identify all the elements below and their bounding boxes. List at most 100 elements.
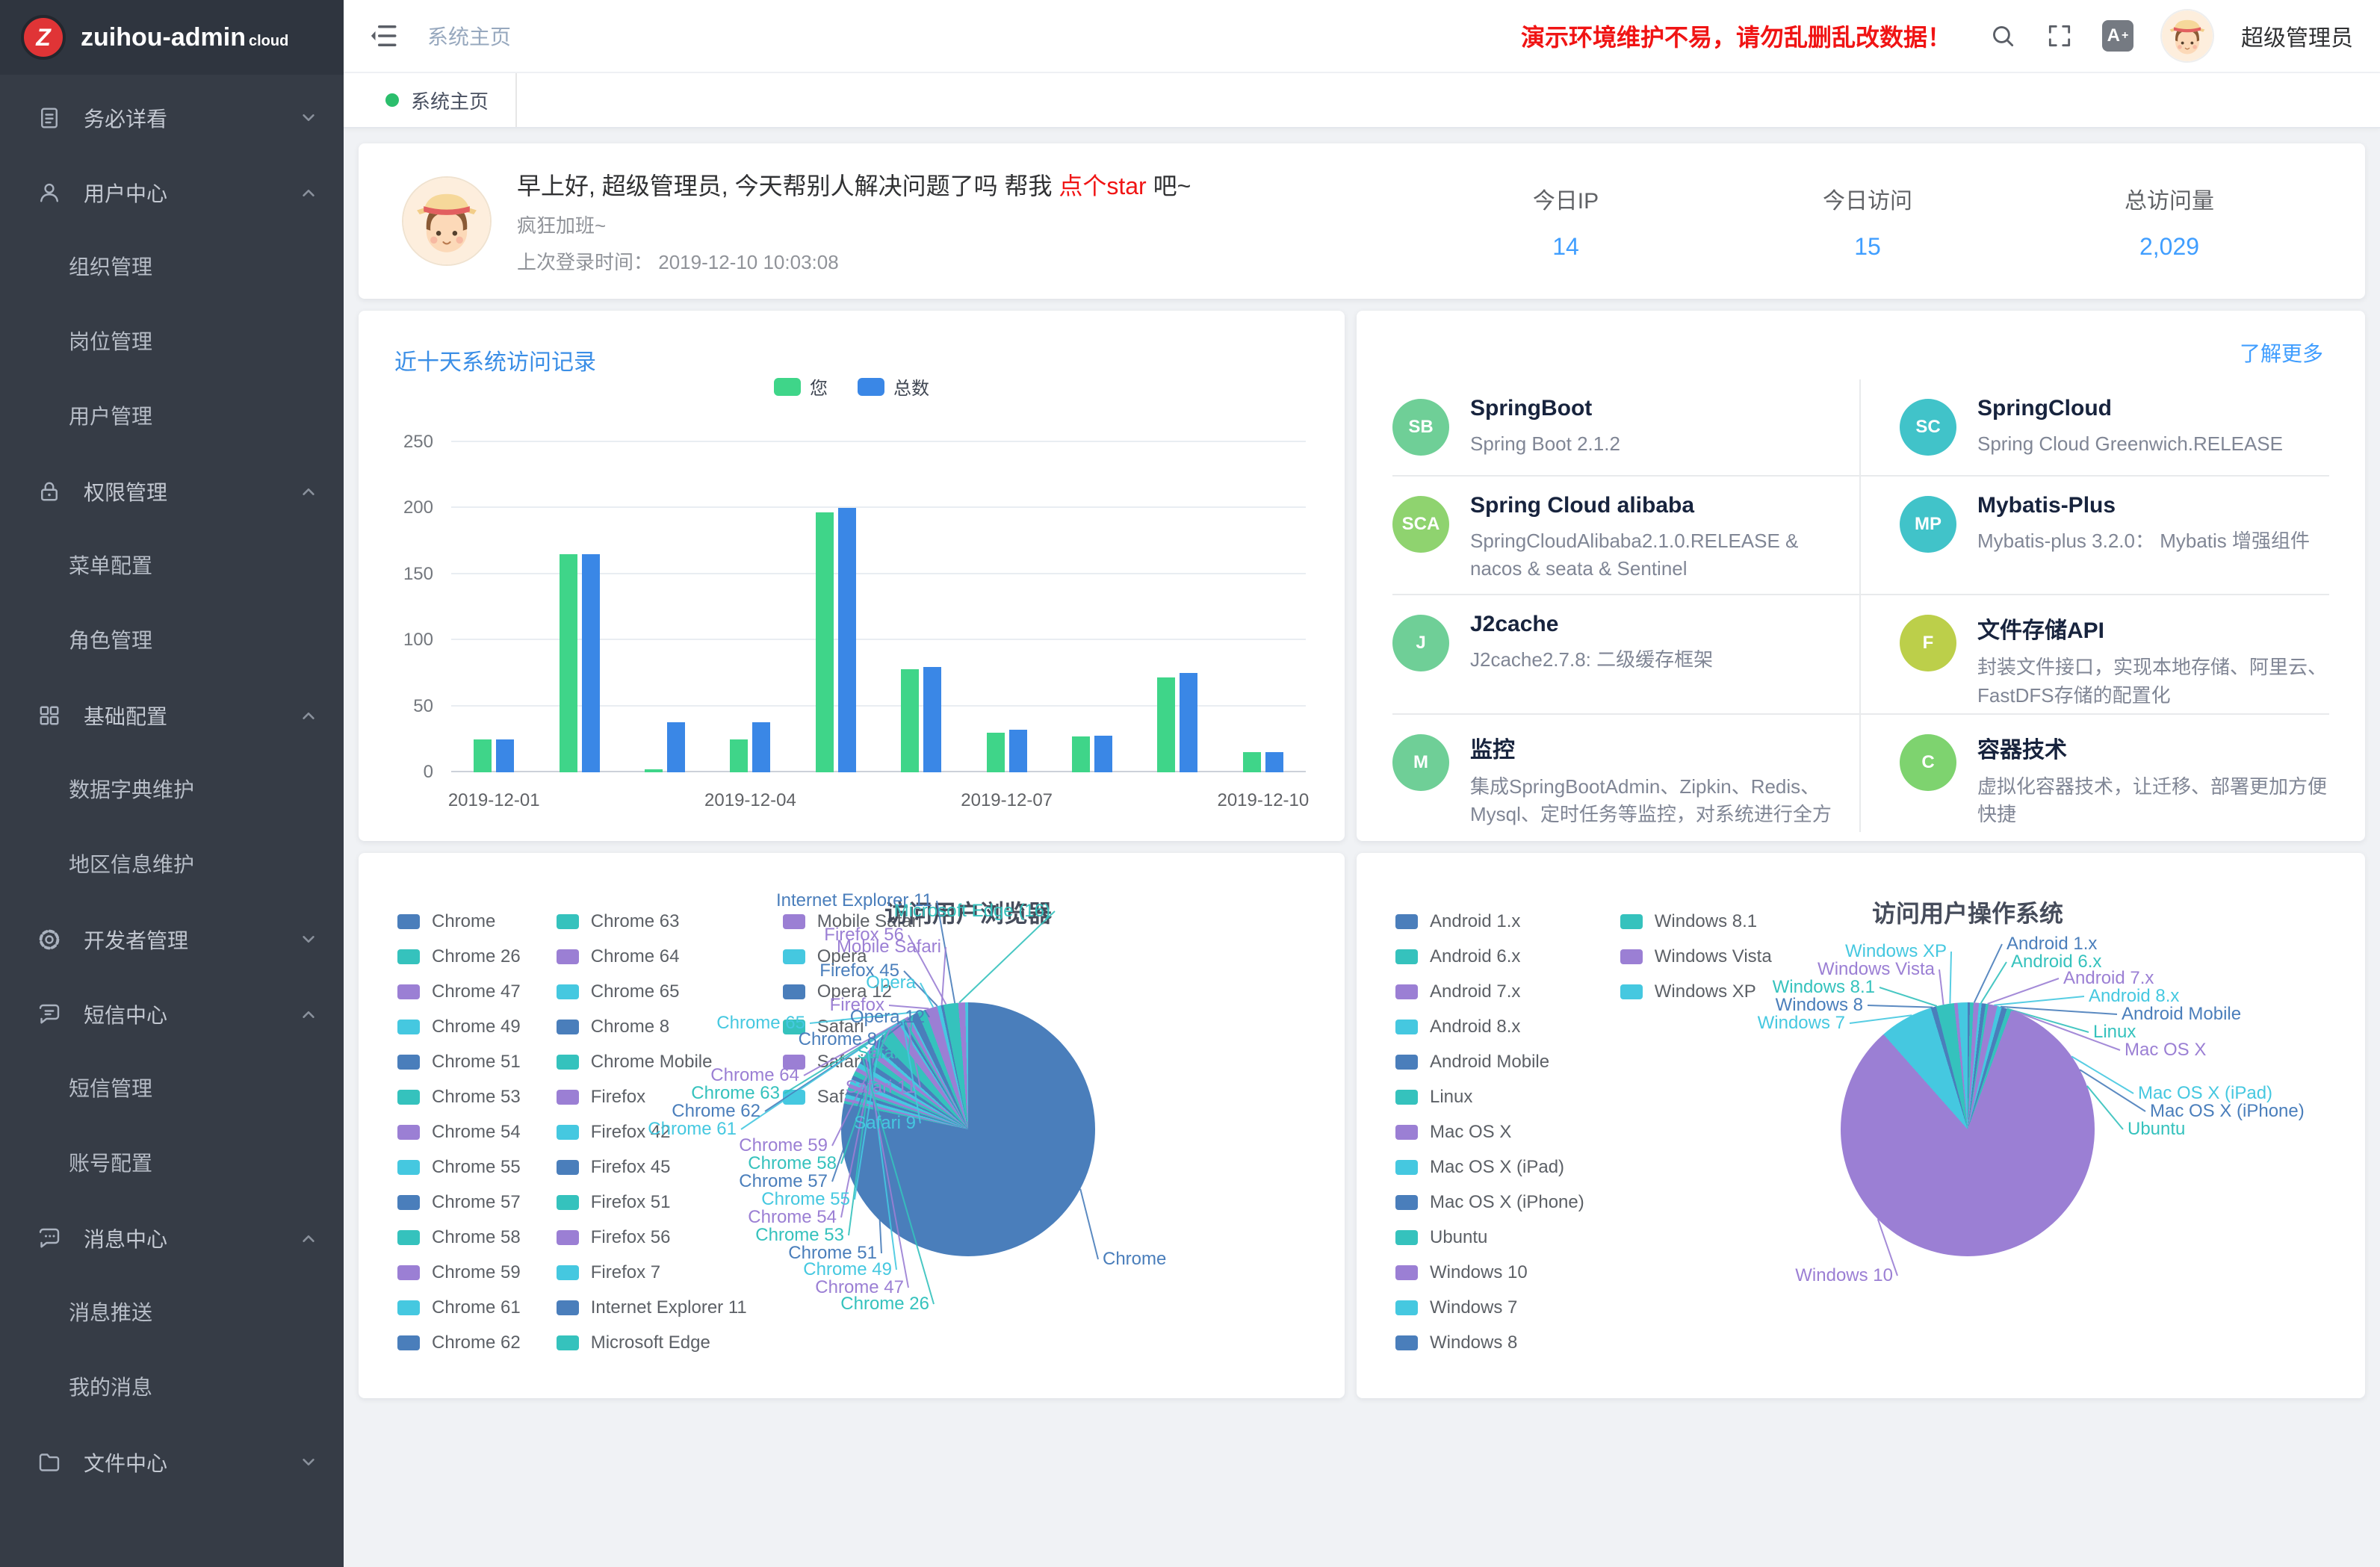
chevron-down-icon [300, 1454, 317, 1471]
legend-swatch [397, 914, 420, 929]
legend-item[interactable]: Chrome 49 [397, 1009, 521, 1044]
sidebar-item-1[interactable]: 用户中心 [0, 155, 344, 230]
legend-item[interactable]: Android 8.x [1395, 1009, 1584, 1044]
feature-title: 容器技术 [1977, 731, 2329, 764]
legend-item[interactable]: Windows Vista [1620, 939, 1772, 974]
user-icon [36, 179, 63, 206]
bar-总数 [1265, 752, 1283, 772]
chevron-up-icon [300, 483, 317, 500]
sidebar-subitem[interactable]: 用户管理 [0, 379, 344, 454]
tab-system-home[interactable]: 系统主页 [359, 73, 517, 127]
legend-item[interactable]: Chrome 61 [397, 1290, 521, 1325]
greeting-text: 早上好, 超级管理员, 今天帮别人解决问题了吗 帮我 点个star 吧~ [517, 167, 1510, 202]
sidebar-item-5[interactable]: 短信中心 [0, 977, 344, 1052]
legend-item[interactable]: Mac OS X (iPhone) [1395, 1185, 1584, 1220]
legend-item[interactable]: Android Mobile [1395, 1044, 1584, 1079]
legend-item[interactable]: Chrome 26 [397, 939, 521, 974]
fullscreen-icon[interactable] [2045, 22, 2074, 50]
sidebar-subitem[interactable]: 我的消息 [0, 1350, 344, 1425]
sidebar-subitem[interactable]: 岗位管理 [0, 305, 344, 379]
legend-item[interactable]: Mac OS X (iPad) [1395, 1149, 1584, 1185]
legend-item[interactable]: Chrome 51 [397, 1044, 521, 1079]
legend-item[interactable]: Linux [1395, 1079, 1584, 1114]
legend-item[interactable]: Internet Explorer 11 [557, 1290, 747, 1325]
legend-item[interactable]: Android 6.x [1395, 939, 1584, 974]
user-avatar[interactable] [2162, 10, 2213, 61]
font-size-icon[interactable]: A+ [2102, 20, 2133, 52]
feature-item: M监控集成SpringBootAdmin、Zipkin、Redis、Mysql、… [1392, 715, 1861, 832]
legend-item[interactable]: Android 7.x [1395, 974, 1584, 1009]
learn-more-link[interactable]: 了解更多 [2240, 338, 2323, 367]
sidebar-item-0[interactable]: 务必详看 [0, 81, 344, 155]
legend-item[interactable]: Windows 10 [1395, 1255, 1584, 1290]
legend-item[interactable]: Chrome 47 [397, 974, 521, 1009]
legend-item[interactable]: Ubuntu [1395, 1220, 1584, 1255]
pie-label: Safari 9 [854, 1113, 920, 1134]
pie-label: Mac OS X [2120, 1040, 2206, 1061]
legend-item[interactable]: Mac OS X [1395, 1114, 1584, 1149]
legend-item[interactable]: Chrome 62 [397, 1325, 521, 1360]
os-pie[interactable] [1841, 1002, 2095, 1256]
legend-item[interactable]: Android 1.x [1395, 904, 1584, 939]
legend-item[interactable]: Windows 8.1 [1620, 904, 1772, 939]
legend-item[interactable]: Chrome 53 [397, 1079, 521, 1114]
sidebar-item-7[interactable]: 文件中心 [0, 1425, 344, 1500]
chevron-down-icon [300, 110, 317, 126]
sidebar-item-4[interactable]: 开发者管理 [0, 902, 344, 977]
bar-总数 [496, 739, 514, 772]
legend-item[interactable]: Microsoft Edge [557, 1325, 747, 1360]
features-card: 了解更多 SBSpringBootSpring Boot 2.1.2SCSpri… [1357, 311, 2365, 841]
row-charts: 近十天系统访问记录 您总数 0501001502002502019-12-012… [359, 311, 2365, 841]
legend-item[interactable]: Firefox 56 [557, 1220, 747, 1255]
sidebar-item-2[interactable]: 权限管理 [0, 454, 344, 529]
legend-item[interactable]: Chrome 58 [397, 1220, 521, 1255]
legend-item[interactable]: Chrome 55 [397, 1149, 521, 1185]
legend-item[interactable]: 总数 [858, 373, 929, 400]
sidebar-item-3[interactable]: 基础配置 [0, 678, 344, 753]
sidebar-subitem[interactable]: 数据字典维护 [0, 753, 344, 828]
legend-swatch [397, 1230, 420, 1245]
sidebar: Z zuihou-admincloud 务必详看用户中心组织管理岗位管理用户管理… [0, 0, 344, 1567]
top-navbar: 系统主页 演示环境维护不易，请勿乱删乱改数据！ A+ 超级管理员 [344, 0, 2380, 72]
pie-label: Windows 7 [1758, 1013, 1850, 1034]
legend-item[interactable]: Chrome 63 [557, 904, 747, 939]
sidebar-subitem[interactable]: 消息推送 [0, 1276, 344, 1350]
sidebar-subitem[interactable]: 短信管理 [0, 1052, 344, 1126]
legend-item[interactable]: Windows 8 [1395, 1325, 1584, 1360]
sidebar-subitem[interactable]: 组织管理 [0, 230, 344, 305]
legend-item[interactable]: Windows 7 [1395, 1290, 1584, 1325]
legend-item[interactable]: Chrome [397, 904, 521, 939]
legend-item[interactable]: 您 [774, 373, 828, 400]
bar-总数 [1180, 673, 1197, 772]
sidebar-item-6[interactable]: 消息中心 [0, 1201, 344, 1276]
legend-item[interactable]: Chrome 54 [397, 1114, 521, 1149]
legend-item[interactable]: Firefox 51 [557, 1185, 747, 1220]
stat-value: 15 [1812, 233, 1923, 261]
sidebar-subitem[interactable]: 账号配置 [0, 1126, 344, 1201]
legend-item[interactable]: Chrome 57 [397, 1185, 521, 1220]
hamburger-icon[interactable] [368, 19, 400, 52]
bar-chart-title: 近十天系统访问记录 [394, 344, 596, 376]
y-axis-tick: 50 [413, 696, 433, 717]
legend-item[interactable]: Chrome 59 [397, 1255, 521, 1290]
sidebar-subitem[interactable]: 地区信息维护 [0, 828, 344, 902]
sidebar-item-label: 基础配置 [84, 701, 300, 730]
legend-item[interactable]: Chrome 65 [557, 974, 747, 1009]
sidebar-subitem[interactable]: 角色管理 [0, 603, 344, 678]
bar-group [793, 442, 878, 772]
gear-icon [36, 926, 63, 953]
sidebar-menu: 务必详看用户中心组织管理岗位管理用户管理权限管理菜单配置角色管理基础配置数据字典… [0, 75, 344, 1500]
bar-总数 [838, 508, 856, 772]
sidebar-subitem[interactable]: 菜单配置 [0, 529, 344, 603]
legend-swatch [1395, 1265, 1418, 1280]
legend-swatch [783, 914, 805, 929]
legend-item[interactable]: Firefox 45 [557, 1149, 747, 1185]
legend-item[interactable]: Chrome 64 [557, 939, 747, 974]
logo: Z zuihou-admincloud [0, 0, 344, 75]
search-icon[interactable] [1989, 22, 2017, 50]
logo-badge: cloud [249, 33, 288, 49]
username-label[interactable]: 超级管理员 [2241, 19, 2353, 52]
legend-item[interactable]: Firefox 7 [557, 1255, 747, 1290]
star-link[interactable]: 点个star [1059, 173, 1146, 199]
legend-item[interactable]: Windows XP [1620, 974, 1772, 1009]
